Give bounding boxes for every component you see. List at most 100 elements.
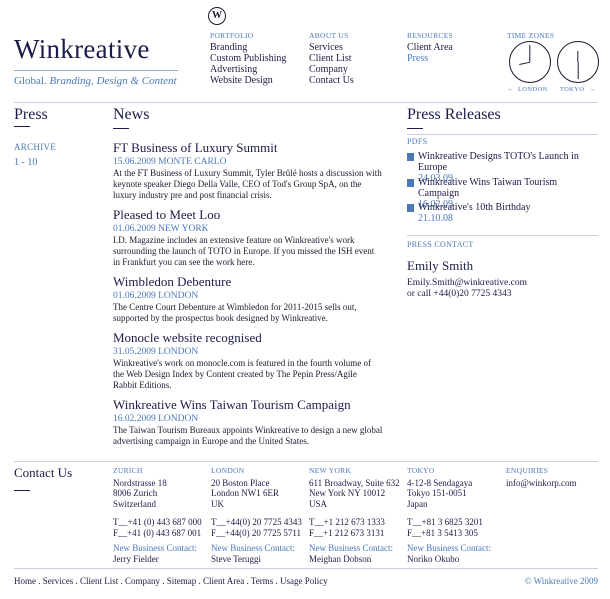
footer-link-sitemap[interactable]: Sitemap	[167, 576, 197, 586]
nav-link-press[interactable]: Press	[407, 53, 453, 64]
press-release-title[interactable]: Winkreative's 10th Birthday	[407, 202, 599, 213]
footer-nav: Home . Services . Client List . Company …	[14, 576, 328, 586]
contact-title-rule	[14, 490, 30, 491]
tokyo-label: TOKYO	[559, 86, 585, 93]
nav-link-company[interactable]: Company	[309, 64, 354, 75]
office-nbc-name: Steve Teruggi	[211, 553, 261, 564]
nav-link-services[interactable]: Services	[309, 42, 354, 53]
office-nbc-name: Jerry Fielder	[113, 553, 159, 564]
office-city: TOKYO	[407, 466, 435, 475]
tagline: Global. Branding, Design & Content	[14, 75, 177, 87]
office-fax: F__+44(0) 20 7725 5711	[211, 527, 301, 538]
office-tel: T__+81 3 6825 3201	[407, 517, 483, 527]
copyright: © Winkreative 2009	[524, 576, 598, 586]
office-zurich: ZURICH Nordstrasse 18 8006 Zurich Switze…	[113, 466, 202, 564]
press-release-item[interactable]: Winkreative's 10th Birthday 21.10.08	[407, 202, 599, 224]
office-address-line: USA	[309, 498, 328, 509]
office-address-line: 611 Broadway, Suite 632	[309, 477, 400, 488]
press-releases-title-rule	[407, 128, 423, 129]
press-release-title[interactable]: Winkreative Designs TOTO's Launch in Eur…	[407, 151, 599, 173]
office-city: ZURICH	[113, 466, 143, 475]
office-london: LONDON 20 Boston Place London NW1 6ER UK…	[211, 466, 302, 564]
archive-range-link[interactable]: 1 - 10	[14, 157, 37, 168]
right-arrow-icon[interactable]: →	[588, 86, 595, 93]
office-address-line: Switzerland	[113, 498, 156, 509]
office-nbc-label: New Business Contact:	[407, 543, 491, 553]
office-fax: F__+41 (0) 443 687 001	[113, 527, 202, 538]
footer-link-usage-policy[interactable]: Usage Policy	[280, 576, 328, 586]
press-release-date: 21.10.08	[418, 213, 453, 224]
press-contact-label: PRESS CONTACT	[407, 240, 474, 249]
nav-link-client-list[interactable]: Client List	[309, 53, 354, 64]
news-item-body: The Taiwan Tourism Bureaux appoints Wink…	[113, 425, 383, 446]
header-divider	[14, 102, 598, 103]
nav-link-website-design[interactable]: Website Design	[210, 75, 286, 86]
news-item-date: 01.06.2009 LONDON	[113, 291, 199, 301]
office-address-line: UK	[211, 498, 224, 509]
news-item: Monocle website recognised 31.05.2009 LO…	[113, 330, 383, 391]
news-item-title[interactable]: Pleased to Meet Loo	[113, 207, 383, 222]
office-nbc-label: New Business Contact:	[113, 543, 197, 553]
office-fax: F__+1 212 673 3131	[309, 527, 385, 538]
nav-about: ABOUT US Services Client List Company Co…	[309, 31, 354, 86]
brand-divider	[14, 70, 178, 71]
office-tel: T__+41 (0) 443 687 000	[113, 517, 202, 527]
office-nbc-label: New Business Contact:	[309, 543, 393, 553]
press-contact-email-link[interactable]: Emily.Smith@winkreative.com	[407, 278, 527, 288]
footer-link-client-area[interactable]: Client Area	[203, 576, 244, 586]
office-address-line: 8006 Zurich	[113, 488, 158, 498]
enquiries-label: ENQUIRIES	[506, 466, 549, 475]
nav-link-advertising[interactable]: Advertising	[210, 64, 286, 75]
office-nbc-name: Noriko Okubo	[407, 553, 460, 564]
nav-portfolio-heading: PORTFOLIO	[210, 31, 254, 40]
footer-link-home[interactable]: Home	[14, 576, 36, 586]
nav-link-client-area[interactable]: Client Area	[407, 42, 453, 53]
footer-link-company[interactable]: Company	[125, 576, 160, 586]
nav-resources: RESOURCES Client Area Press	[407, 31, 453, 64]
pdf-icon	[407, 153, 414, 161]
news-item-body: Winkreative's work on monocle.com is fea…	[113, 358, 371, 390]
footer-link-terms[interactable]: Terms	[251, 576, 273, 586]
office-nbc-name: Meighan Dobson	[309, 553, 372, 564]
enquiries-email-link[interactable]: info@winkorp.com	[506, 478, 577, 489]
london-label: LONDON	[517, 86, 548, 93]
news-item-title[interactable]: FT Business of Luxury Summit	[113, 140, 383, 155]
office-fax: F__+81 3 5413 305	[407, 527, 478, 538]
news-item: Winkreative Wins Taiwan Tourism Campaign…	[113, 397, 383, 447]
news-item-title[interactable]: Monocle website recognised	[113, 330, 383, 345]
tagline-italic: Branding, Design & Content	[49, 75, 177, 87]
footer-link-client-list[interactable]: Client List	[80, 576, 118, 586]
footer-link-services[interactable]: Services	[43, 576, 74, 586]
news-item-title[interactable]: Winkreative Wins Taiwan Tourism Campaign	[113, 397, 383, 412]
office-nbc-label: New Business Contact:	[211, 543, 295, 553]
nav-link-custom-publishing[interactable]: Custom Publishing	[210, 53, 286, 64]
tagline-plain: Global.	[14, 75, 47, 87]
tokyo-clock-icon	[557, 41, 599, 83]
news-title: News	[113, 106, 150, 123]
pdfs-divider	[407, 134, 598, 135]
left-arrow-icon[interactable]: ←	[507, 86, 514, 93]
pdf-icon	[407, 179, 414, 187]
office-city: LONDON	[211, 466, 245, 475]
press-releases-title: Press Releases	[407, 106, 501, 123]
press-title: Press	[14, 106, 48, 123]
contact-divider	[14, 461, 598, 462]
news-item-date: 15.06.2009 MONTE CARLO	[113, 157, 227, 167]
nav-link-contact-us[interactable]: Contact Us	[309, 75, 354, 86]
press-release-title[interactable]: Winkreative Wins Taiwan Tourism Campaign	[407, 177, 599, 199]
news-item-body: At the FT Business of Luxury Summit, Tyl…	[113, 168, 382, 200]
news-item-title[interactable]: Wimbledon Debenture	[113, 274, 383, 289]
office-address-line: Japan	[407, 498, 428, 509]
nav-link-branding[interactable]: Branding	[210, 42, 286, 53]
news-item-body: I.D. Magazine includes an extensive feat…	[113, 235, 375, 267]
london-clock-icon	[509, 41, 551, 83]
office-address-line: Nordstrasse 18	[113, 477, 167, 488]
logo-mark-icon[interactable]: W	[208, 7, 226, 25]
office-tokyo: TOKYO 4-12-8 Sendagaya Tokyo 151-0051 Ja…	[407, 466, 491, 564]
news-item: Wimbledon Debenture 01.06.2009 LONDON Th…	[113, 274, 383, 324]
news-item-body: The Centre Court Debenture at Wimbledon …	[113, 302, 357, 323]
brand-name[interactable]: Winkreative	[14, 34, 150, 65]
news-item-date: 16.02.2009 LONDON	[113, 414, 199, 424]
news-title-rule	[113, 128, 129, 129]
time-zones-heading: TIME ZONES	[507, 31, 555, 40]
